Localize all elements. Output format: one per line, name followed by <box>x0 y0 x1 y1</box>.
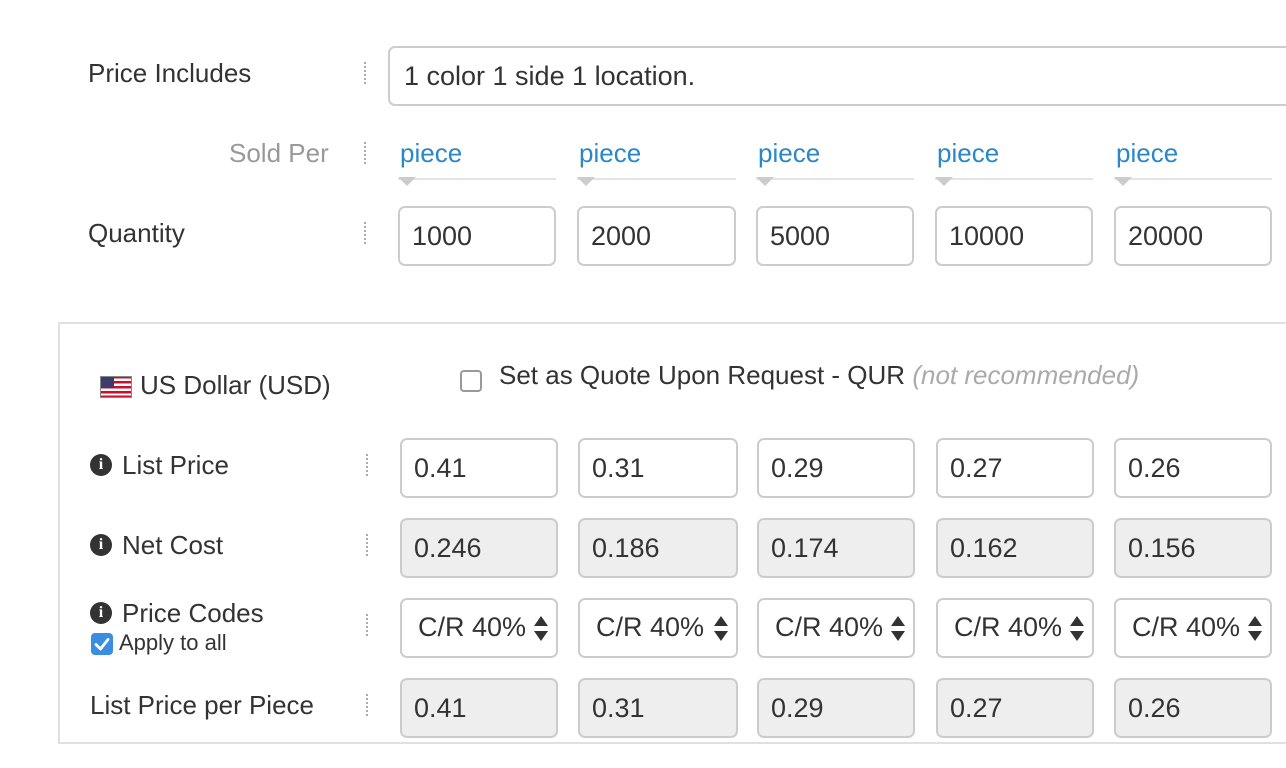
price-includes-input[interactable]: 1 color 1 side 1 location. <box>388 46 1286 106</box>
row-divider-dots <box>366 694 368 716</box>
us-flag-icon <box>100 376 132 398</box>
price-code-value: C/R 40% <box>596 612 705 642</box>
price-code-value: C/R 40% <box>954 612 1063 642</box>
info-icon[interactable]: i <box>90 534 112 556</box>
price-codes-label: Price Codes <box>122 598 264 628</box>
sold-per-value: piece <box>1116 138 1179 168</box>
caret-down-icon <box>398 177 416 186</box>
sold-per-value: piece <box>400 138 463 168</box>
price-code-value: C/R 40% <box>775 612 884 642</box>
row-divider-dots <box>366 454 368 476</box>
quantity-input-5[interactable]: 20000 <box>1114 206 1272 266</box>
currency-label: US Dollar (USD) <box>140 370 331 400</box>
row-divider-dots <box>364 62 366 84</box>
apply-to-all-checkbox[interactable] <box>91 633 113 655</box>
info-icon[interactable]: i <box>90 602 112 624</box>
sort-arrows-icon <box>1070 616 1084 642</box>
net-cost-value-5: 0.156 <box>1114 518 1272 578</box>
caret-down-icon <box>935 177 953 186</box>
row-divider-dots <box>366 614 368 636</box>
sort-arrows-icon <box>534 616 548 642</box>
sold-per-dropdown-1[interactable]: piece <box>398 138 556 186</box>
price-code-select-3[interactable]: C/R 40% <box>757 598 915 658</box>
sold-per-dropdown-2[interactable]: piece <box>577 138 736 186</box>
check-icon <box>94 638 110 651</box>
sort-arrows-icon <box>891 616 905 642</box>
price-code-value: C/R 40% <box>1132 612 1241 642</box>
quantity-input-2[interactable]: 2000 <box>577 206 736 266</box>
list-price-per-piece-value-1: 0.41 <box>400 678 558 738</box>
sold-per-value: piece <box>937 138 1000 168</box>
net-cost-label: Net Cost <box>122 530 224 560</box>
qur-label: Set as Quote Upon Request - QUR (not rec… <box>499 360 1139 391</box>
sort-arrows-icon <box>714 616 728 642</box>
list-price-label: List Price <box>122 450 229 480</box>
net-cost-value-1: 0.246 <box>400 518 558 578</box>
price-code-select-4[interactable]: C/R 40% <box>936 598 1094 658</box>
list-price-per-piece-value-3: 0.29 <box>757 678 915 738</box>
info-icon[interactable]: i <box>90 454 112 476</box>
list-price-input-4[interactable]: 0.27 <box>936 438 1094 498</box>
price-code-select-5[interactable]: C/R 40% <box>1114 598 1272 658</box>
price-code-select-1[interactable]: C/R 40% <box>400 598 558 658</box>
price-code-value: C/R 40% <box>418 612 527 642</box>
caret-down-icon <box>577 177 595 186</box>
sort-arrows-icon <box>1248 616 1262 642</box>
sold-per-value: piece <box>758 138 821 168</box>
sold-per-dropdown-3[interactable]: piece <box>756 138 914 186</box>
list-price-input-1[interactable]: 0.41 <box>400 438 558 498</box>
quantity-input-3[interactable]: 5000 <box>756 206 914 266</box>
sold-per-value: piece <box>579 138 642 168</box>
price-code-select-2[interactable]: C/R 40% <box>578 598 738 658</box>
qur-checkbox[interactable] <box>460 370 482 392</box>
list-price-input-5[interactable]: 0.26 <box>1114 438 1272 498</box>
net-cost-value-3: 0.174 <box>757 518 915 578</box>
caret-down-icon <box>756 177 774 186</box>
list-price-per-piece-value-5: 0.26 <box>1114 678 1272 738</box>
caret-down-icon <box>1114 177 1132 186</box>
sold-per-dropdown-5[interactable]: piece <box>1114 138 1272 186</box>
price-includes-label: Price Includes <box>88 58 252 88</box>
list-price-per-piece-label: List Price per Piece <box>90 690 314 720</box>
list-price-input-3[interactable]: 0.29 <box>757 438 915 498</box>
quantity-label: Quantity <box>88 218 185 248</box>
row-divider-dots <box>364 222 366 244</box>
sold-per-label: Sold Per <box>229 138 329 168</box>
net-cost-value-2: 0.186 <box>578 518 738 578</box>
qur-note: (not recommended) <box>912 360 1140 390</box>
sold-per-dropdown-4[interactable]: piece <box>935 138 1093 186</box>
list-price-input-2[interactable]: 0.31 <box>578 438 738 498</box>
qur-label-text: Set as Quote Upon Request - QUR <box>499 360 906 390</box>
row-divider-dots <box>366 534 368 556</box>
apply-to-all-label: Apply to all <box>119 630 227 655</box>
net-cost-value-4: 0.162 <box>936 518 1094 578</box>
list-price-per-piece-value-4: 0.27 <box>936 678 1094 738</box>
row-divider-dots <box>364 142 366 164</box>
list-price-per-piece-value-2: 0.31 <box>578 678 738 738</box>
quantity-input-1[interactable]: 1000 <box>398 206 556 266</box>
quantity-input-4[interactable]: 10000 <box>935 206 1093 266</box>
